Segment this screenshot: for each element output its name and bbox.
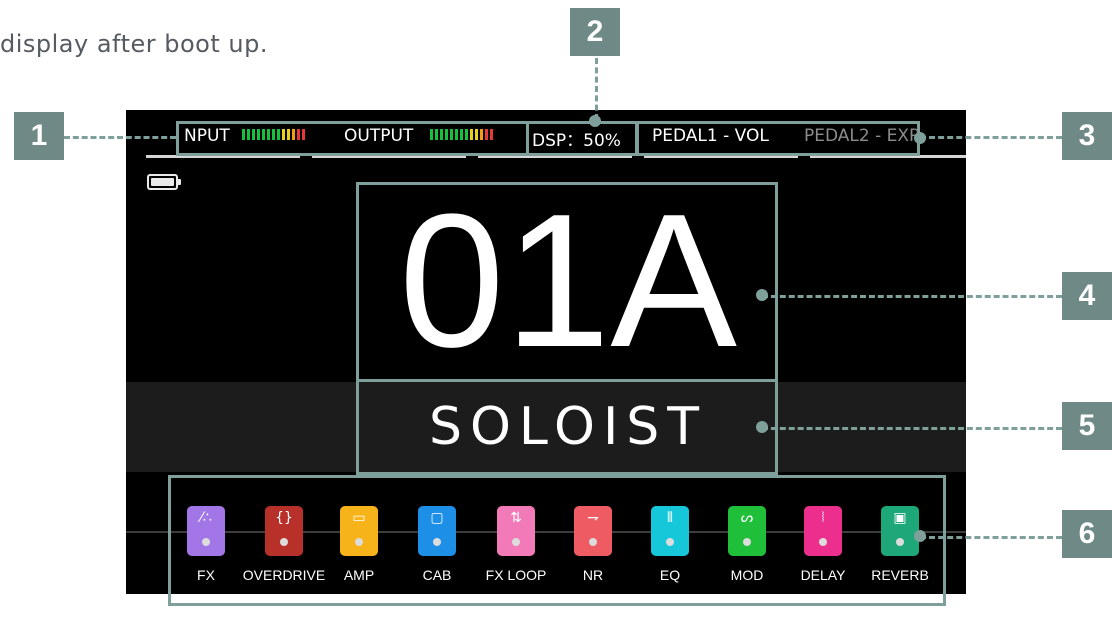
- leader-line-5: [762, 427, 1062, 430]
- callout-dot-2: [589, 115, 601, 127]
- callout-box-4: [356, 182, 778, 382]
- callout-badge-6: 6: [1062, 510, 1112, 558]
- leader-line-3: [920, 136, 1062, 139]
- callout-box-2: [526, 121, 638, 156]
- callout-badge-1: 1: [14, 112, 64, 160]
- caption-text: display after boot up.: [0, 30, 268, 58]
- callout-badge-2: 2: [570, 8, 620, 56]
- callout-box-1: [176, 121, 529, 156]
- callout-badge-3: 3: [1062, 112, 1112, 160]
- leader-line-4: [762, 295, 1062, 298]
- callout-dot-6: [914, 530, 926, 542]
- callout-box-6: [168, 475, 946, 606]
- callout-box-5: [356, 379, 778, 475]
- callout-badge-5: 5: [1062, 402, 1112, 450]
- callout-dot-4: [756, 289, 768, 301]
- callout-dot-3: [914, 132, 926, 144]
- leader-line-2: [595, 58, 598, 120]
- leader-line-1: [64, 136, 176, 139]
- callout-badge-4: 4: [1062, 272, 1112, 320]
- callout-box-3: [636, 121, 920, 156]
- callout-dot-5: [756, 421, 768, 433]
- battery-icon: [147, 174, 181, 190]
- leader-line-6: [920, 536, 1062, 539]
